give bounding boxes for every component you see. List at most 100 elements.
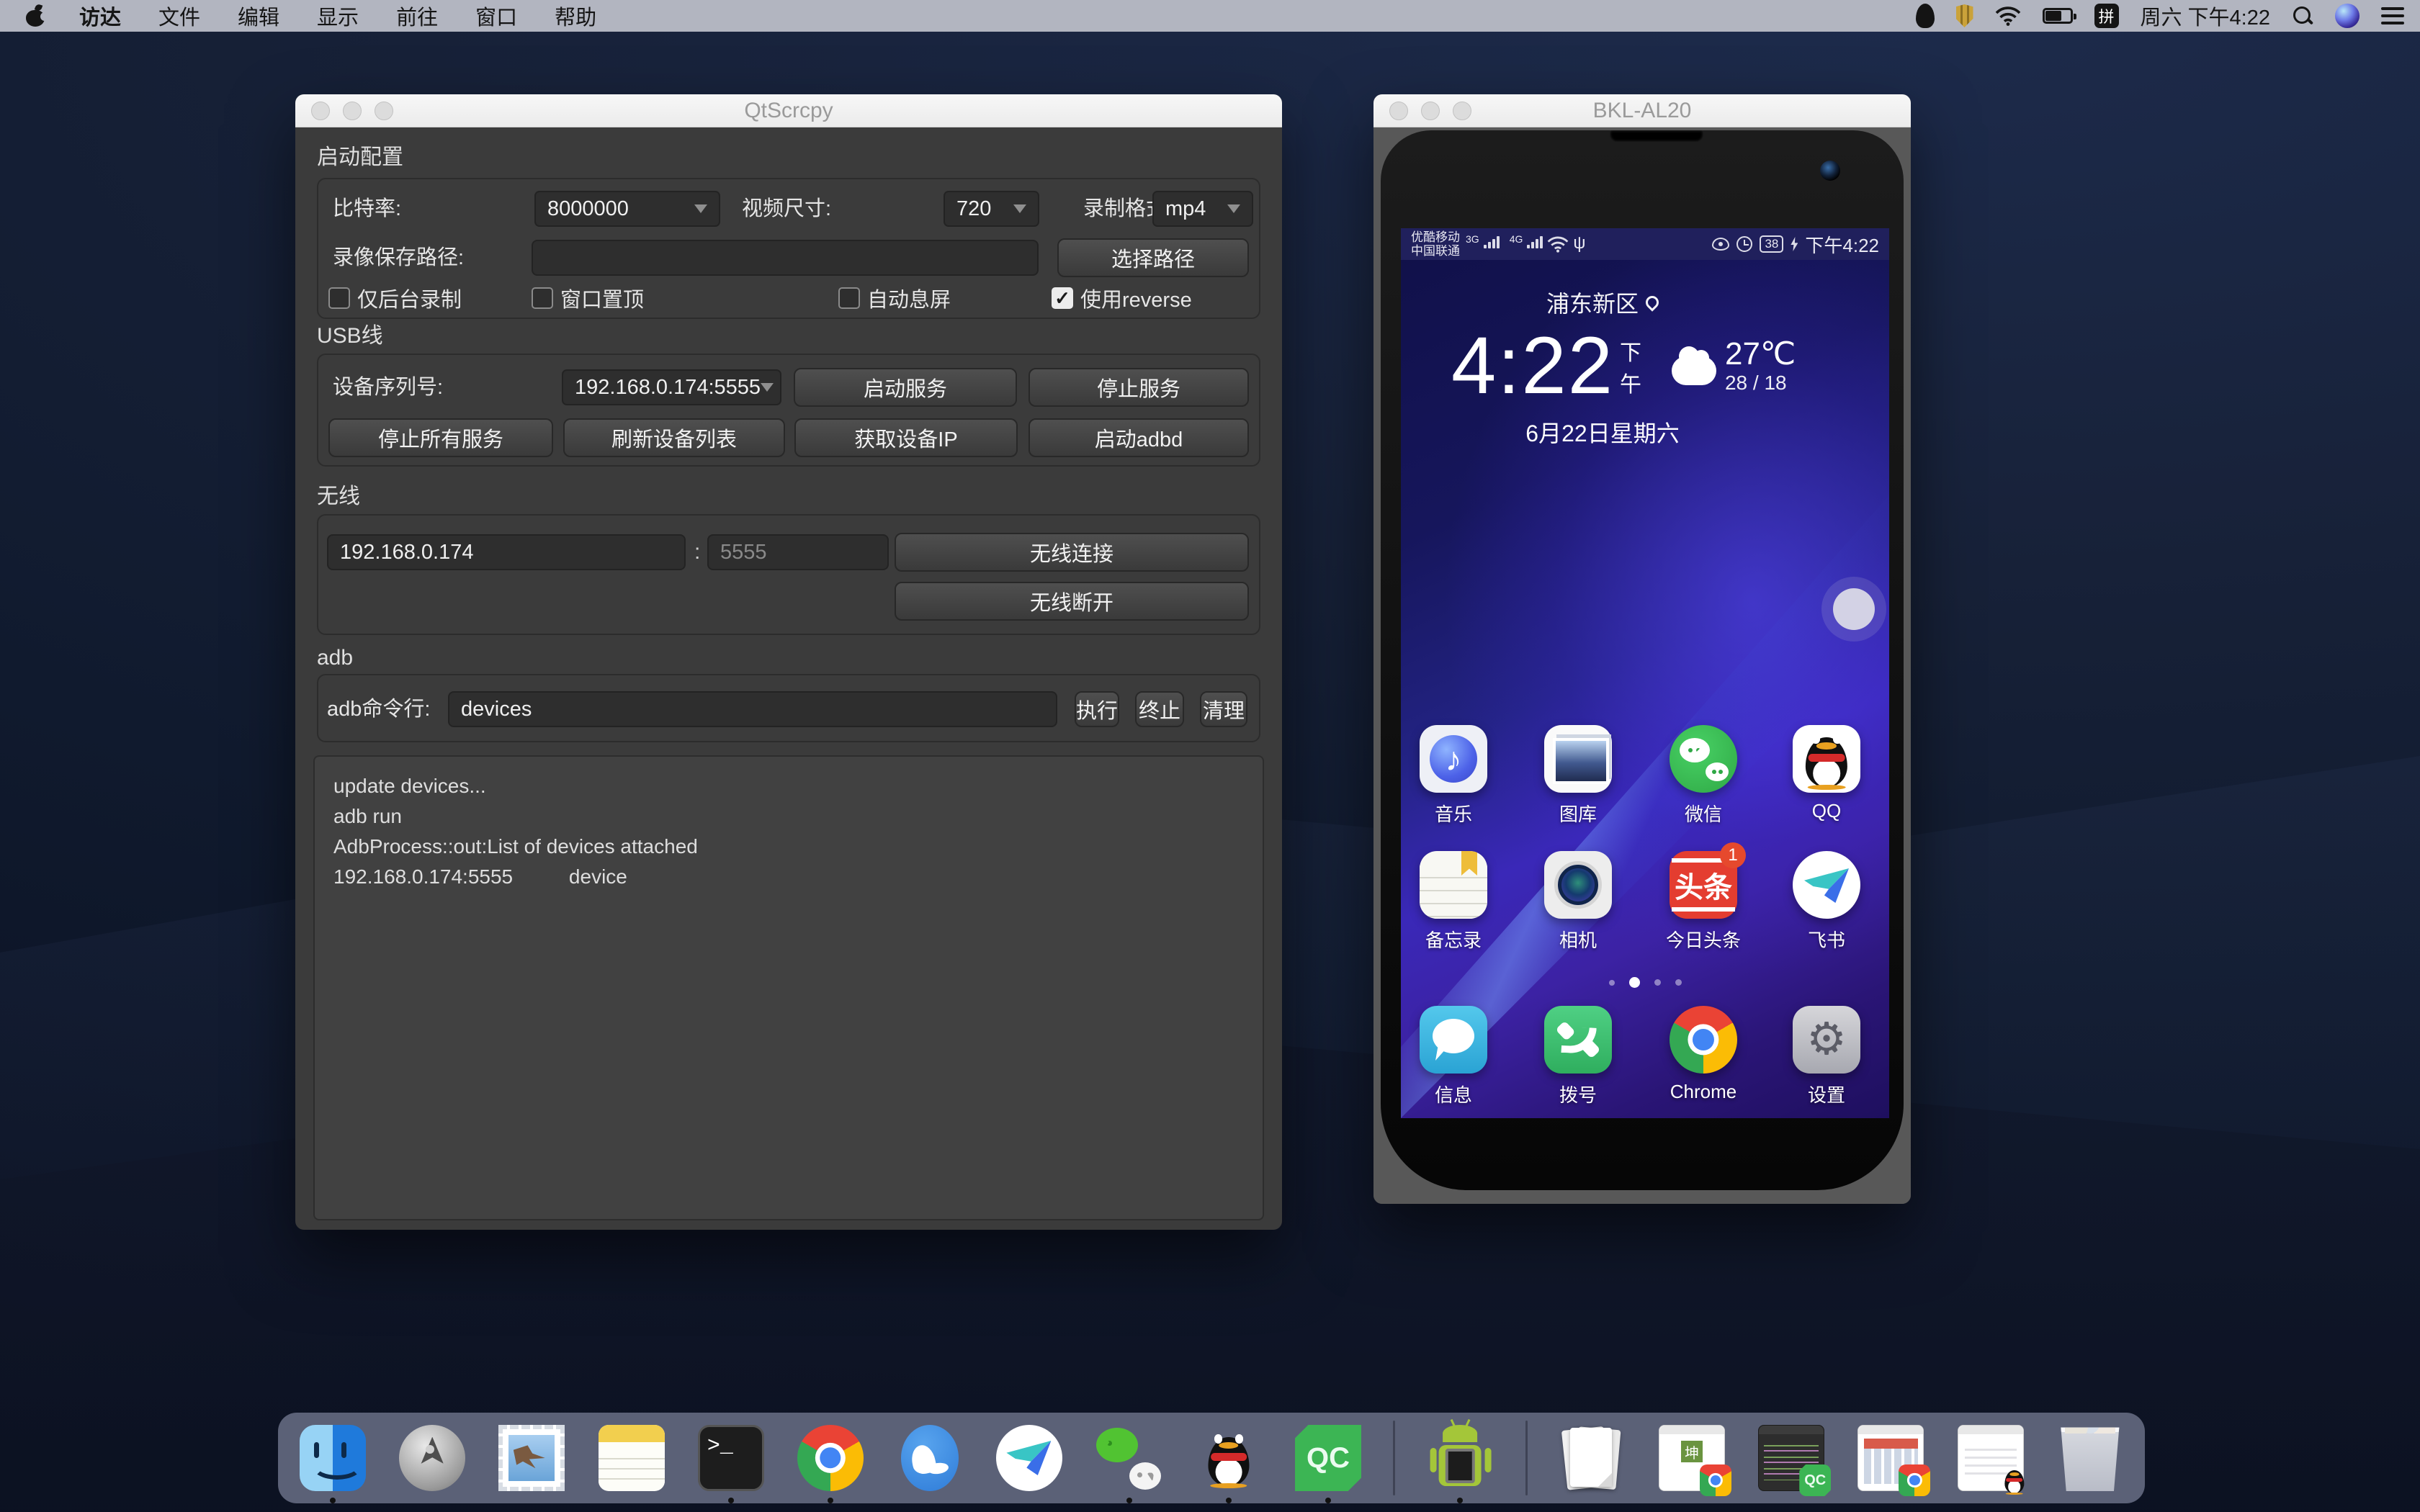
dock-minimized-qtcreator-window[interactable]: QC: [1757, 1423, 1826, 1493]
app-toutiao[interactable]: 头条 1 今日头条: [1653, 851, 1754, 953]
wechat-app-icon[interactable]: [1670, 725, 1737, 793]
checkbox-auto-screen-off[interactable]: 自动息屏: [838, 286, 951, 310]
get-device-ip-button[interactable]: 获取设备IP: [794, 418, 1018, 457]
start-adbd-button[interactable]: 启动adbd: [1028, 418, 1249, 457]
notification-center-icon[interactable]: [2381, 7, 2404, 24]
battery-icon[interactable]: [2043, 8, 2073, 24]
music-app-icon[interactable]: [1420, 725, 1487, 793]
wifi-icon[interactable]: [1995, 6, 2021, 26]
wireless-ip-input[interactable]: 192.168.0.174: [327, 534, 686, 570]
messages-app-icon[interactable]: [1420, 1006, 1487, 1074]
dock-notes[interactable]: [597, 1423, 666, 1493]
app-settings[interactable]: ⚙ 设置: [1776, 1006, 1877, 1107]
stop-service-button[interactable]: 停止服务: [1028, 368, 1249, 407]
shield-menubar-icon[interactable]: [1956, 4, 1973, 27]
dock-scrcpy-android[interactable]: [1425, 1423, 1494, 1493]
toutiao-app-icon[interactable]: 头条 1: [1670, 851, 1737, 919]
chrome-app-icon[interactable]: [1670, 1006, 1737, 1074]
dock-documents-stack[interactable]: [1558, 1423, 1627, 1493]
app-dialer[interactable]: 拨号: [1528, 1006, 1628, 1107]
zoom-window-button[interactable]: [375, 102, 393, 120]
qq-app-icon[interactable]: [1793, 725, 1860, 793]
dock-finder[interactable]: [298, 1423, 367, 1493]
record-format-combobox[interactable]: mp4: [1152, 191, 1253, 227]
checkbox-background-record[interactable]: 仅后台录制: [328, 286, 462, 310]
menu-window[interactable]: 窗口: [457, 1, 536, 31]
dock-chrome[interactable]: [796, 1423, 865, 1493]
checkbox-box[interactable]: [838, 287, 860, 309]
dialer-app-icon[interactable]: [1544, 1006, 1612, 1074]
adb-clear-button[interactable]: 清理: [1200, 691, 1247, 727]
checkbox-box[interactable]: [532, 287, 553, 309]
dock-launchpad[interactable]: [398, 1423, 467, 1493]
config-groupbox: 比特率: 8000000 视频尺寸: 720 录制格式: mp4 录像保存路径:…: [317, 178, 1260, 319]
phone-screen[interactable]: 优酷移动 中国联通 3G 4G: [1401, 228, 1889, 1118]
checkbox-window-on-top[interactable]: 窗口置顶: [532, 286, 644, 310]
menu-help[interactable]: 帮助: [536, 1, 615, 31]
dock-minimized-qq-window[interactable]: [1956, 1423, 2025, 1493]
siri-icon[interactable]: [2335, 4, 2360, 28]
feishu-app-icon[interactable]: [1793, 851, 1860, 919]
refresh-device-list-button[interactable]: 刷新设备列表: [563, 418, 785, 457]
checkbox-box[interactable]: [328, 287, 350, 309]
device-serial-combobox[interactable]: 192.168.0.174:5555: [562, 369, 781, 405]
dock-minimized-webpage-window[interactable]: [1856, 1423, 1925, 1493]
stop-all-services-button[interactable]: 停止所有服务: [328, 418, 553, 457]
app-camera[interactable]: 相机: [1528, 851, 1628, 953]
apple-menu-icon[interactable]: [26, 5, 45, 27]
menu-app-name[interactable]: 访达: [60, 1, 140, 31]
settings-app-icon[interactable]: ⚙: [1793, 1006, 1860, 1074]
wireless-connect-button[interactable]: 无线连接: [895, 533, 1249, 572]
zoom-window-button[interactable]: [1453, 102, 1471, 120]
menu-view[interactable]: 显示: [298, 1, 377, 31]
dock-paper-plane-app[interactable]: [995, 1423, 1064, 1493]
dock-trash[interactable]: [2056, 1423, 2125, 1493]
app-feishu[interactable]: 飞书: [1776, 851, 1877, 953]
adb-terminate-button[interactable]: 终止: [1135, 691, 1184, 727]
qtscrcpy-titlebar[interactable]: QtScrcpy: [295, 94, 1282, 127]
checkbox-use-reverse[interactable]: 使用reverse: [1052, 286, 1192, 310]
choose-path-button[interactable]: 选择路径: [1057, 238, 1249, 277]
dock-minimized-chrome-window[interactable]: 坤: [1657, 1423, 1726, 1493]
close-window-button[interactable]: [311, 102, 330, 120]
dock-seal-app[interactable]: [895, 1423, 964, 1493]
camera-app-icon[interactable]: [1544, 851, 1612, 919]
menu-go[interactable]: 前往: [377, 1, 457, 31]
app-qq[interactable]: QQ: [1776, 725, 1877, 822]
log-output[interactable]: update devices... adb run AdbProcess::ou…: [313, 755, 1264, 1220]
spotlight-search-icon[interactable]: [2292, 5, 2313, 27]
clock-widget[interactable]: 浦东新区 4:22 下午 27℃ 28 / 18: [1451, 286, 1754, 449]
record-path-input[interactable]: [532, 240, 1039, 276]
wireless-disconnect-button[interactable]: 无线断开: [895, 582, 1249, 621]
menubar-clock[interactable]: 周六 下午4:22: [2141, 1, 2271, 31]
adb-cmd-input[interactable]: devices: [448, 691, 1057, 727]
assistive-touch-ball[interactable]: [1833, 588, 1875, 630]
dock-qtcreator[interactable]: QC: [1294, 1423, 1363, 1493]
app-wechat[interactable]: 微信: [1653, 725, 1754, 827]
minimize-window-button[interactable]: [343, 102, 362, 120]
adb-execute-button[interactable]: 执行: [1075, 691, 1119, 727]
app-gallery[interactable]: 图库: [1528, 725, 1628, 827]
wireless-port-input[interactable]: 5555: [707, 534, 889, 570]
app-chrome[interactable]: Chrome: [1653, 1006, 1754, 1103]
dock-mail[interactable]: [497, 1423, 566, 1493]
phone-window-titlebar[interactable]: BKL-AL20: [1373, 94, 1911, 127]
app-notes[interactable]: 备忘录: [1403, 851, 1504, 953]
menu-file[interactable]: 文件: [140, 1, 219, 31]
notes-app-icon[interactable]: [1420, 851, 1487, 919]
video-size-combobox[interactable]: 720: [944, 191, 1039, 227]
minimize-window-button[interactable]: [1421, 102, 1440, 120]
qq-menubar-icon[interactable]: [1916, 4, 1935, 28]
bitrate-combobox[interactable]: 8000000: [534, 191, 720, 227]
dock-qq[interactable]: [1194, 1423, 1263, 1493]
close-window-button[interactable]: [1389, 102, 1408, 120]
start-service-button[interactable]: 启动服务: [794, 368, 1017, 407]
dock-wechat[interactable]: [1095, 1423, 1164, 1493]
app-messages[interactable]: 信息: [1403, 1006, 1504, 1107]
menu-edit[interactable]: 编辑: [219, 1, 298, 31]
input-method-icon[interactable]: 拼: [2094, 4, 2119, 28]
checkbox-box[interactable]: [1052, 287, 1073, 309]
app-music[interactable]: 音乐: [1403, 725, 1504, 827]
dock-terminal[interactable]: >_: [696, 1423, 766, 1493]
gallery-app-icon[interactable]: [1544, 725, 1612, 793]
